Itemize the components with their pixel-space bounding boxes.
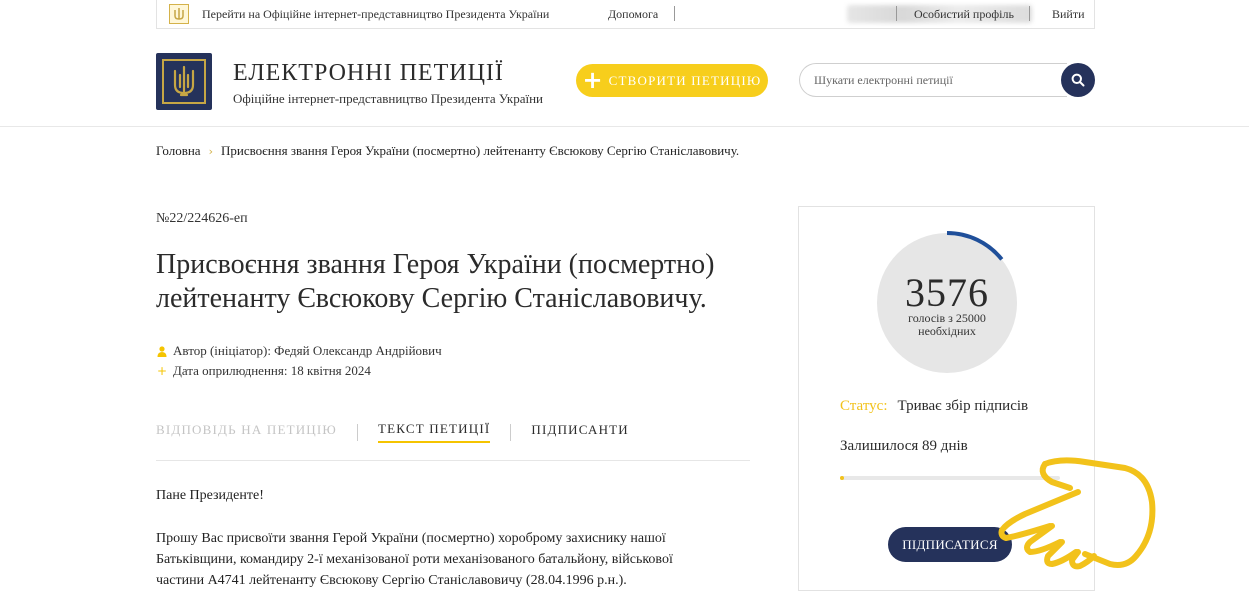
search-button[interactable] xyxy=(1061,63,1095,97)
top-bar: Перейти на Офіційне інтернет-представниц… xyxy=(156,0,1095,29)
author-text: Автор (ініціатор): Федяй Олександр Андрі… xyxy=(173,343,442,358)
breadcrumb: Головна › Присвоєння звання Героя Україн… xyxy=(156,143,739,159)
search-input[interactable] xyxy=(799,63,1067,97)
breadcrumb-current: Присвоєння звання Героя України (посмерт… xyxy=(220,143,740,158)
body-line: Батьківщини, командиру 2-ї механізованої… xyxy=(156,552,673,567)
date-text: Дата оприлюднення: 18 квітня 2024 xyxy=(173,363,371,378)
status-value: Триває збір підписів xyxy=(897,398,1029,414)
site-title[interactable]: ЕЛЕКТРОННІ ПЕТИЦІЇ xyxy=(233,60,504,87)
petition-author: Автор (ініціатор): Федяй Олександр Андрі… xyxy=(156,343,442,359)
vote-count: 3576 xyxy=(905,270,989,315)
days-remaining: Залишилося 89 днів xyxy=(840,438,968,454)
tab-response[interactable]: ВІДПОВІДЬ НА ПЕТИЦІЮ xyxy=(156,422,337,442)
petition-greeting: Пане Президенте! xyxy=(156,488,264,503)
logout-link[interactable]: Вийти xyxy=(1052,7,1085,22)
divider xyxy=(674,6,675,21)
body-line: Прошу Вас присвоїти звання Герой України… xyxy=(156,531,666,546)
tab-petition-text[interactable]: ТЕКСТ ПЕТИЦІЇ xyxy=(378,421,491,443)
divider xyxy=(896,6,897,21)
chevron-right-icon: › xyxy=(208,144,213,158)
status-label: Статус: xyxy=(840,398,888,414)
time-progress-bar xyxy=(840,476,1060,480)
vote-target: голосів з 25000 необхідних xyxy=(875,312,1019,338)
trident-icon[interactable] xyxy=(169,4,189,24)
plus-icon: + xyxy=(156,364,168,378)
help-link[interactable]: Допомога xyxy=(608,7,658,22)
body-line: частини А4741 лейтенанту Євсюкову Сергію… xyxy=(156,573,627,588)
coat-of-arms-logo[interactable] xyxy=(156,53,212,110)
divider xyxy=(357,423,358,441)
divider xyxy=(1029,6,1030,21)
vote-target-line: необхідних xyxy=(918,324,976,338)
petition-tabs: ВІДПОВІДЬ НА ПЕТИЦІЮ ТЕКСТ ПЕТИЦІЇ ПІДПИ… xyxy=(156,421,629,443)
create-petition-label: СТВОРИТИ ПЕТИЦІЮ xyxy=(608,72,762,88)
progress-fill xyxy=(840,476,844,480)
search-icon xyxy=(1071,73,1085,87)
tabs-divider xyxy=(156,460,750,461)
trident-icon xyxy=(173,65,195,96)
president-site-link[interactable]: Перейти на Офіційне інтернет-представниц… xyxy=(202,7,549,22)
petition-title: Присвоєння звання Героя України (посмерт… xyxy=(156,249,715,314)
header-divider xyxy=(0,126,1249,127)
plus-icon: + xyxy=(582,65,603,94)
site-subtitle: Офіційне інтернет-представництво Президе… xyxy=(233,91,544,106)
profile-link[interactable]: Особистий профіль xyxy=(914,7,1014,22)
petition-date: + Дата оприлюднення: 18 квітня 2024 xyxy=(156,363,371,379)
sign-button[interactable]: ПІДПИСАТИСЯ xyxy=(888,527,1012,562)
signature-card: 3576 голосів з 25000 необхідних Статус: Т… xyxy=(798,206,1095,591)
petition-number: №22/224626-еп xyxy=(156,211,248,226)
create-petition-button[interactable]: + СТВОРИТИ ПЕТИЦІЮ xyxy=(576,64,768,97)
petition-status: Статус: Триває збір підписів xyxy=(840,398,1028,415)
petition-body: Прошу Вас присвоїти звання Герой України… xyxy=(156,528,746,591)
tab-signers[interactable]: ПІДПИСАНТИ xyxy=(531,422,629,442)
divider xyxy=(510,423,512,441)
breadcrumb-home[interactable]: Головна xyxy=(156,143,201,159)
user-icon xyxy=(156,345,168,357)
